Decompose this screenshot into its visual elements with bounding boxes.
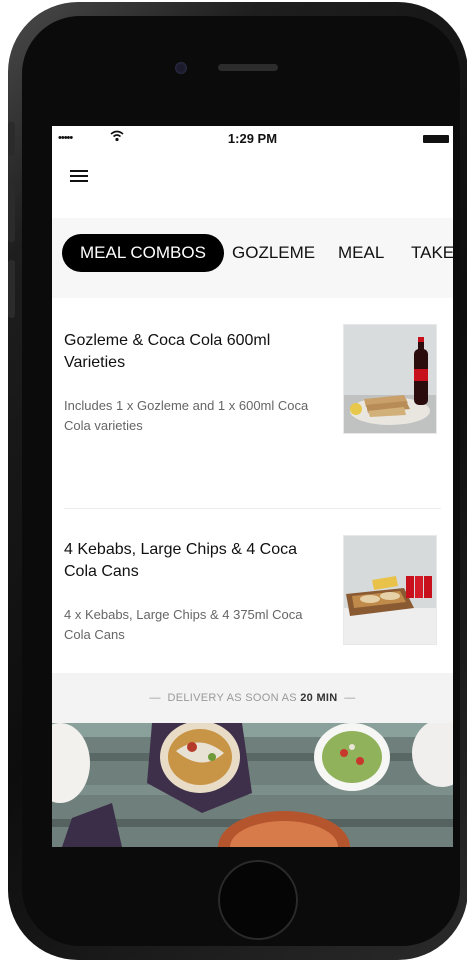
battery-icon (423, 135, 449, 143)
volume-down-button (8, 260, 15, 318)
delivery-label: DELIVERY AS SOON AS (167, 692, 297, 704)
front-camera (175, 62, 187, 74)
item-title: 4 Kebabs, Large Chips & 4 Coca Cola Cans (64, 541, 298, 580)
app-screen: ••••• 1:29 PM MEAL COMBOS GOZLEME MEAL T… (52, 126, 453, 847)
dash-right: — (337, 692, 356, 704)
menu-items-list: Gozleme & Coca Cola 600ml Varieties Incl… (52, 298, 453, 673)
tab-meal[interactable]: MEAL (338, 234, 384, 272)
status-time: 1:29 PM (227, 131, 278, 146)
item-description: Includes 1 x Gozleme and 1 x 600ml Coca … (64, 398, 309, 433)
food-photo-banner (52, 723, 453, 847)
delivery-time-banner: — DELIVERY AS SOON AS 20 MIN — (52, 673, 453, 723)
item-description: 4 x Kebabs, Large Chips & 4 375ml Coca C… (64, 607, 303, 642)
item-image-gozleme-coke (343, 324, 437, 434)
home-button[interactable] (218, 860, 298, 940)
dash-left: — (149, 692, 168, 704)
app-header (52, 152, 453, 216)
status-bar: ••••• 1:29 PM (52, 126, 453, 152)
tab-gozleme[interactable]: GOZLEME (232, 234, 315, 272)
category-tabs: MEAL COMBOS GOZLEME MEAL TAKE (52, 218, 453, 298)
delivery-time: 20 MIN (300, 692, 338, 704)
item-title: Gozleme & Coca Cola 600ml Varieties (64, 332, 271, 371)
tab-take[interactable]: TAKE (411, 234, 453, 272)
volume-up-button (8, 184, 15, 242)
mute-switch (8, 122, 15, 156)
list-item[interactable]: Gozleme & Coca Cola 600ml Varieties Incl… (52, 298, 453, 509)
tab-meal-combos[interactable]: MEAL COMBOS (62, 234, 224, 272)
item-image-kebabs-chips (343, 535, 437, 645)
list-item[interactable]: 4 Kebabs, Large Chips & 4 Coca Cola Cans… (52, 509, 453, 673)
hamburger-menu-icon[interactable] (70, 170, 88, 182)
earpiece-speaker (218, 64, 278, 71)
